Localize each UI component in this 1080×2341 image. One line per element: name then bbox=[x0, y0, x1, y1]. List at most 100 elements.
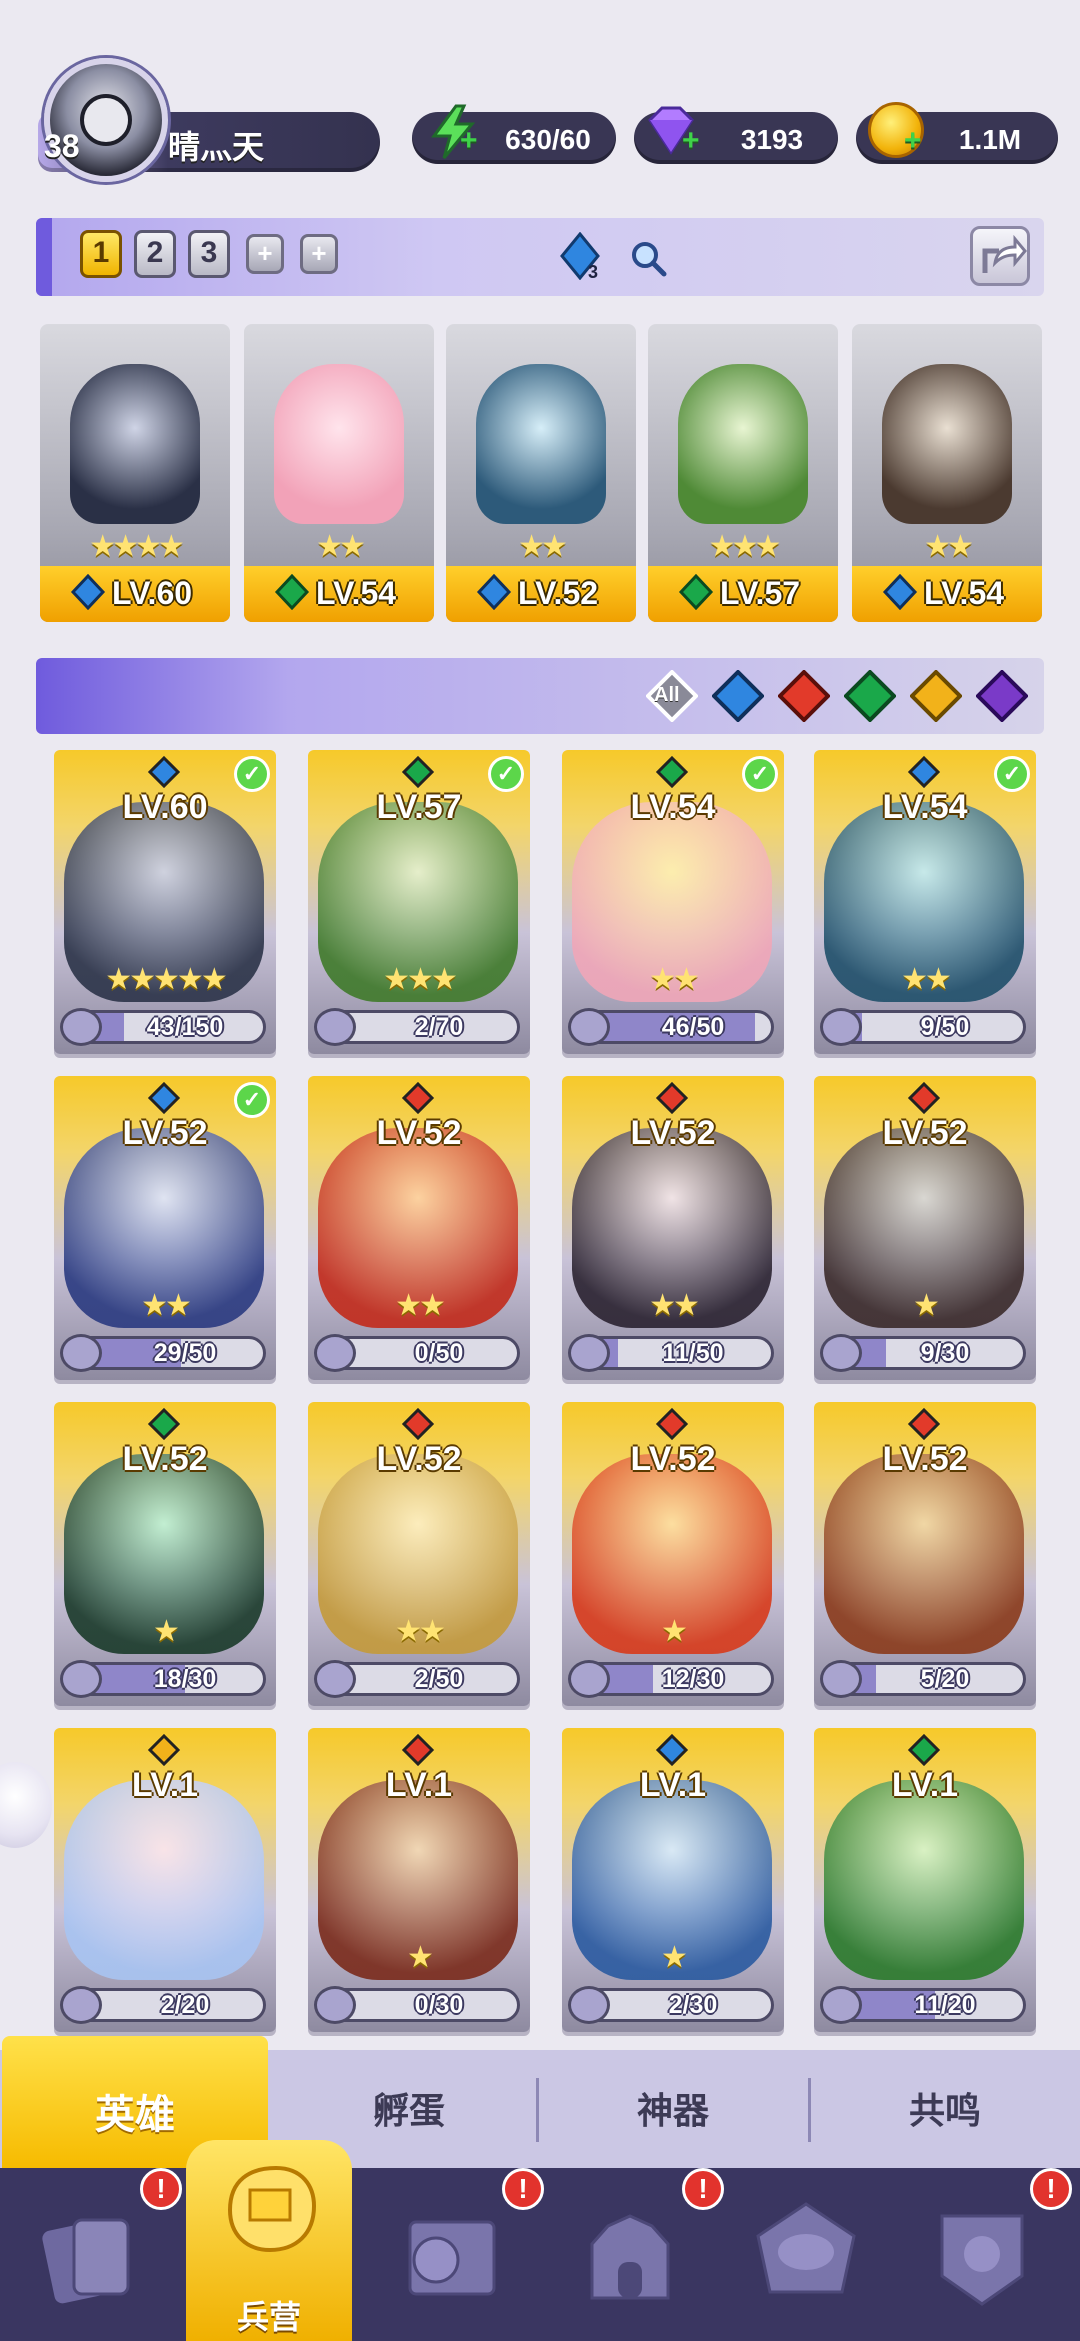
subtab-hatch[interactable]: 孵蛋 bbox=[276, 2082, 542, 2134]
wind-element-icon bbox=[148, 1408, 180, 1440]
map-scroll-icon[interactable] bbox=[390, 2196, 510, 2316]
hero-stars: ★★ bbox=[395, 1615, 446, 1648]
hero-card[interactable]: LV.1 ★ 0/30 bbox=[308, 1728, 530, 2032]
hero-level: LV.52 bbox=[122, 1440, 208, 1478]
hero-card[interactable]: LV.52 ★ 18/30 bbox=[54, 1402, 276, 1706]
hero-stars: ★★ bbox=[649, 1289, 700, 1322]
squad-slot-3[interactable]: ★★ LV.52 bbox=[446, 324, 636, 622]
banner-shield-icon[interactable] bbox=[922, 2196, 1042, 2316]
gem-plus-icon[interactable]: + bbox=[682, 124, 700, 158]
filter-water-icon[interactable] bbox=[712, 670, 764, 722]
water-element-icon bbox=[148, 1082, 180, 1114]
hero-level: LV.60 bbox=[122, 788, 208, 826]
squad-level: LV.52 bbox=[517, 575, 599, 611]
shard-progress-text: 11/20 bbox=[914, 1991, 976, 2019]
squad-stars: ★★ bbox=[518, 530, 568, 563]
subtab-artifact[interactable]: 神器 bbox=[540, 2082, 806, 2134]
shard-icon bbox=[314, 1986, 356, 2024]
team-badge-count: 3 bbox=[588, 262, 599, 282]
shard-progress-text: 46/50 bbox=[661, 1013, 725, 1041]
team-tab-3[interactable]: 3 bbox=[188, 230, 230, 278]
hero-portrait bbox=[476, 364, 606, 524]
filter-all-label: All bbox=[654, 684, 680, 706]
hero-portrait bbox=[678, 364, 808, 524]
hero-card[interactable]: LV.52 5/20 bbox=[814, 1402, 1036, 1706]
fire-element-icon bbox=[402, 1082, 434, 1114]
hero-level: LV.1 bbox=[891, 1766, 959, 1804]
cards-icon[interactable] bbox=[30, 2196, 150, 2316]
subtab-heroes[interactable]: 英雄 bbox=[2, 2082, 268, 2140]
hero-card[interactable]: ✓ LV.54 ★★ 46/50 bbox=[562, 750, 784, 1054]
shard-icon bbox=[314, 1008, 356, 1046]
hero-portrait bbox=[64, 1780, 264, 1980]
filter-dark-icon[interactable] bbox=[976, 670, 1028, 722]
hero-card[interactable]: LV.52 ★ 9/30 bbox=[814, 1076, 1036, 1380]
squad-level: LV.54 bbox=[315, 575, 397, 611]
shard-progress-text: 0/50 bbox=[414, 1339, 464, 1367]
team-bar-accent bbox=[36, 218, 52, 296]
squad-level: LV.60 bbox=[111, 575, 193, 611]
search-icon[interactable] bbox=[628, 238, 668, 278]
share-button[interactable] bbox=[970, 226, 1030, 286]
mushroom-emblem-icon[interactable] bbox=[746, 2196, 866, 2316]
shard-icon bbox=[820, 1334, 862, 1372]
in-team-check-icon: ✓ bbox=[742, 756, 778, 792]
shard-icon bbox=[568, 1334, 610, 1372]
hero-card[interactable]: ✓ LV.52 ★★ 29/50 bbox=[54, 1076, 276, 1380]
hero-card[interactable]: LV.52 ★★ 11/50 bbox=[562, 1076, 784, 1380]
shard-progress-text: 9/50 bbox=[920, 1013, 970, 1041]
wind-element-icon bbox=[656, 756, 688, 788]
shard-icon bbox=[60, 1008, 102, 1046]
water-element-icon bbox=[656, 1734, 688, 1766]
filter-light-icon[interactable] bbox=[910, 670, 962, 722]
squad-slot-5[interactable]: ★★ LV.54 bbox=[852, 324, 1042, 622]
squad-slot-4[interactable]: ★★★ LV.57 bbox=[648, 324, 838, 622]
squad-slot-2[interactable]: ★★ LV.54 bbox=[244, 324, 434, 622]
hero-card[interactable]: LV.1 2/20 bbox=[54, 1728, 276, 2032]
shard-icon bbox=[820, 1660, 862, 1698]
team-add-button-2[interactable]: + bbox=[300, 234, 338, 274]
team-tab-2[interactable]: 2 bbox=[134, 230, 176, 278]
hero-level: LV.52 bbox=[630, 1440, 716, 1478]
hero-card[interactable]: LV.52 ★ 12/30 bbox=[562, 1402, 784, 1706]
fire-element-icon bbox=[402, 1734, 434, 1766]
hero-card[interactable]: LV.1 ★ 2/30 bbox=[562, 1728, 784, 2032]
hero-card[interactable]: LV.52 ★★ 0/50 bbox=[308, 1076, 530, 1380]
light-element-icon bbox=[148, 1734, 180, 1766]
floating-helper-avatar[interactable] bbox=[0, 1762, 52, 1848]
filter-fire-icon[interactable] bbox=[778, 670, 830, 722]
team-add-button-1[interactable]: + bbox=[246, 234, 284, 274]
squad-slot-1[interactable]: ★★★★ LV.60 bbox=[40, 324, 230, 622]
in-team-check-icon: ✓ bbox=[488, 756, 524, 792]
barracks-fist-icon[interactable] bbox=[210, 2150, 330, 2270]
hero-card[interactable]: ✓ LV.54 ★★ 9/50 bbox=[814, 750, 1036, 1054]
hero-card[interactable]: ✓ LV.57 ★★★ 2/70 bbox=[308, 750, 530, 1054]
player-name: 晴灬天 bbox=[168, 129, 265, 165]
shard-icon bbox=[314, 1334, 356, 1372]
hero-card[interactable]: LV.1 11/20 bbox=[814, 1728, 1036, 2032]
team-tab-1[interactable]: 1 bbox=[80, 230, 122, 278]
hero-level: LV.1 bbox=[385, 1766, 453, 1804]
hero-level: LV.1 bbox=[639, 1766, 707, 1804]
squad-level: LV.54 bbox=[923, 575, 1005, 611]
subtab-divider bbox=[536, 2078, 539, 2142]
hero-portrait bbox=[70, 364, 200, 524]
castle-icon[interactable] bbox=[570, 2196, 690, 2316]
fire-element-icon bbox=[908, 1082, 940, 1114]
energy-plus-icon[interactable]: + bbox=[460, 124, 478, 158]
hero-portrait bbox=[882, 364, 1012, 524]
hero-stars: ★ bbox=[661, 1615, 688, 1648]
squad-stars: ★★★★ bbox=[89, 530, 185, 563]
filter-wind-icon[interactable] bbox=[844, 670, 896, 722]
shard-progress-text: 2/20 bbox=[160, 1991, 210, 2019]
in-team-check-icon: ✓ bbox=[234, 756, 270, 792]
subtab-resonance[interactable]: 共鸣 bbox=[812, 2082, 1078, 2134]
hero-stars: ★★★ bbox=[383, 963, 458, 996]
hero-level: LV.52 bbox=[882, 1114, 968, 1152]
water-element-icon bbox=[148, 756, 180, 788]
coin-plus-icon[interactable]: + bbox=[904, 124, 922, 158]
hero-card[interactable]: ✓ LV.60 ★★★★★ 43/150 bbox=[54, 750, 276, 1054]
hero-card[interactable]: LV.52 ★★ 2/50 bbox=[308, 1402, 530, 1706]
cards-alert-badge: ! bbox=[140, 2168, 182, 2210]
gem-value: 3193 bbox=[740, 124, 804, 155]
